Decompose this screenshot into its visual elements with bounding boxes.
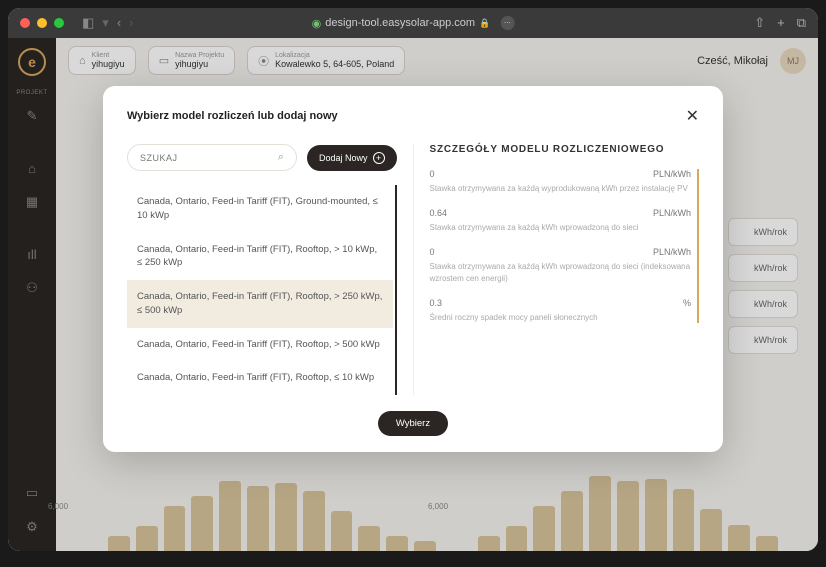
- traffic-lights[interactable]: [20, 18, 64, 28]
- tabs-icon[interactable]: ⧉: [797, 15, 806, 31]
- details-pane: SZCZEGÓŁY MODELU ROZLICZENIOWEGO 0PLN/kW…: [413, 144, 700, 395]
- search-field[interactable]: [140, 153, 255, 163]
- share-icon[interactable]: ⇧: [754, 15, 765, 31]
- sidebar-toggle-icon[interactable]: ◧: [82, 15, 94, 31]
- close-icon[interactable]: ✕: [686, 106, 699, 126]
- list-item[interactable]: Canada, Ontario, Feed-in Tariff (FIT), G…: [127, 185, 393, 233]
- detail-desc: Średni roczny spadek mocy paneli słonecz…: [430, 312, 692, 323]
- details-title: SZCZEGÓŁY MODELU ROZLICZENIOWEGO: [430, 144, 700, 155]
- search-input[interactable]: ⌕: [127, 144, 297, 171]
- list-item[interactable]: Canada, Ontario, Feed-in Tariff (FIT), R…: [127, 361, 393, 395]
- modal: Wybierz model rozliczeń lub dodaj nowy ✕…: [103, 86, 723, 452]
- detail-desc: Stawka otrzymywana za każdą kWh wprowadz…: [430, 222, 692, 233]
- model-list: Canada, Ontario, Feed-in Tariff (FIT), G…: [127, 185, 397, 395]
- site-icon: ◉: [312, 17, 322, 30]
- new-tab-icon[interactable]: +: [777, 15, 785, 31]
- list-item[interactable]: Canada, Ontario, Feed-in Tariff (FIT), R…: [127, 233, 393, 281]
- site-menu-icon[interactable]: ⋯: [500, 16, 514, 30]
- plus-icon: +: [373, 152, 385, 164]
- list-item[interactable]: Canada, Ontario, Feed-in Tariff (FIT), R…: [127, 328, 393, 362]
- add-new-button[interactable]: Dodaj Nowy+: [307, 145, 397, 171]
- search-icon: ⌕: [278, 151, 284, 164]
- modal-overlay: Wybierz model rozliczeń lub dodaj nowy ✕…: [8, 38, 818, 551]
- titlebar: ◧ ▾ ‹ › ◉ design-tool.easysolar-app.com …: [8, 8, 818, 38]
- select-button[interactable]: Wybierz: [378, 411, 448, 436]
- detail-desc: Stawka otrzymywana za każdą wyprodukowan…: [430, 183, 692, 194]
- app-body: e PROJEKT ✎ ⌂ ▦ ıll ⚇ ▭ ⚙ ⌂ Klientyihugi…: [8, 38, 818, 551]
- modal-title: Wybierz model rozliczeń lub dodaj nowy: [127, 110, 338, 122]
- forward-icon[interactable]: ›: [129, 15, 133, 31]
- detail-desc: Stawka otrzymywana za każdą kWh wprowadz…: [430, 261, 692, 283]
- model-list-pane: ⌕ Dodaj Nowy+ Canada, Ontario, Feed-in T…: [127, 144, 397, 395]
- url-bar[interactable]: ◉ design-tool.easysolar-app.com 🔒 ⋯: [312, 16, 515, 30]
- list-item[interactable]: Canada, Ontario, Feed-in Tariff (FIT), R…: [127, 280, 393, 328]
- lock-icon: 🔒: [479, 18, 490, 29]
- browser-window: ◧ ▾ ‹ › ◉ design-tool.easysolar-app.com …: [8, 8, 818, 551]
- back-icon[interactable]: ‹: [117, 15, 121, 31]
